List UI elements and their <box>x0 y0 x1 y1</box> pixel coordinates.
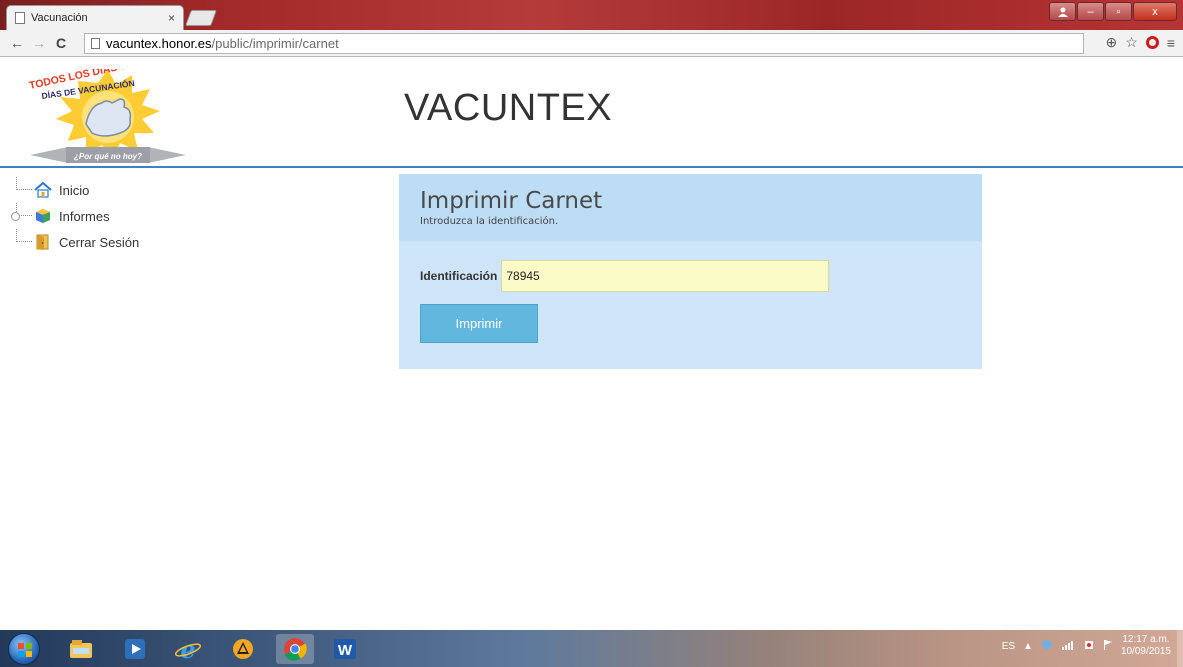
page-icon <box>91 38 100 49</box>
page-icon <box>15 12 25 24</box>
windows-taskbar: e W ES ▲ 12:17 a.m. 10/09/2015 <box>0 630 1183 667</box>
cube-icon <box>34 208 52 224</box>
address-bar[interactable]: vacuntex.honor.es/public/imprimir/carnet <box>84 33 1084 54</box>
sidebar-item-label: Inicio <box>59 182 90 198</box>
print-button[interactable]: Imprimir <box>420 304 538 343</box>
clock-time: 12:17 a.m. <box>1122 634 1170 645</box>
print-card-panel: Imprimir Carnet Introduzca la identifica… <box>399 174 982 369</box>
chrome-taskbar-icon[interactable] <box>276 634 314 664</box>
window-controls: – ▫ x <box>1049 2 1177 21</box>
header-divider <box>0 166 1183 168</box>
site-title: VACUNTEX <box>404 87 613 129</box>
new-tab-button[interactable] <box>185 10 217 26</box>
sidebar-item-cerrar-sesion[interactable]: Cerrar Sesión <box>14 229 139 255</box>
sidebar-item-informes[interactable]: Informes <box>11 203 139 229</box>
bookmark-star-icon[interactable]: ☆ <box>1125 34 1138 51</box>
svg-text:W: W <box>338 642 353 659</box>
taskbar-clock[interactable]: 12:17 a.m. 10/09/2015 <box>1121 634 1171 658</box>
vaccination-logo: TODOS LOS DÍAS SON DÍAS DE VACUNACIÓN ¿P… <box>28 55 188 165</box>
media-player-icon[interactable] <box>120 634 150 664</box>
browser-tab[interactable]: Vacunación × <box>6 5 184 30</box>
notification-icon[interactable] <box>1083 639 1095 654</box>
toolbar-actions: ⊕ ☆ ≡ <box>1106 34 1175 51</box>
home-icon <box>34 181 52 198</box>
forward-button[interactable]: → <box>28 35 50 51</box>
identification-label: Identificación <box>420 269 498 283</box>
identification-input[interactable] <box>501 260 830 292</box>
internet-explorer-icon[interactable]: e <box>173 634 203 664</box>
file-explorer-icon[interactable] <box>66 634 96 664</box>
vlc-icon[interactable] <box>228 634 258 664</box>
url-path: /public/imprimir/carnet <box>211 36 339 51</box>
page-content: TODOS LOS DÍAS SON DÍAS DE VACUNACIÓN ¿P… <box>0 55 1183 630</box>
tab-close-button[interactable]: × <box>168 11 175 25</box>
maximize-button[interactable]: ▫ <box>1105 2 1132 21</box>
flag-icon[interactable] <box>1103 639 1113 654</box>
language-indicator[interactable]: ES <box>1002 641 1015 652</box>
system-tray: ES ▲ 12:17 a.m. 10/09/2015 <box>1002 634 1171 658</box>
start-button[interactable] <box>8 633 40 665</box>
door-icon <box>34 234 52 250</box>
tree-connector <box>16 229 32 242</box>
tab-title: Vacunación <box>31 12 88 24</box>
identification-row: Identificación <box>420 260 830 292</box>
user-icon[interactable] <box>1049 2 1076 21</box>
tray-expand-icon[interactable]: ▲ <box>1023 641 1033 652</box>
close-window-button[interactable]: x <box>1133 2 1177 21</box>
tree-expander[interactable] <box>11 212 20 221</box>
panel-title: Imprimir Carnet <box>420 188 603 214</box>
url-host: vacuntex.honor.es <box>106 36 212 51</box>
clock-date: 10/09/2015 <box>1120 646 1171 657</box>
panel-header: Imprimir Carnet Introduzca la identifica… <box>399 174 982 241</box>
zoom-icon[interactable]: ⊕ <box>1106 34 1118 51</box>
sidebar-item-label: Informes <box>59 208 110 224</box>
logo-banner: ¿Por qué no hoy? <box>74 152 142 161</box>
panel-subtitle: Introduzca la identificación. <box>420 216 559 227</box>
word-icon[interactable]: W <box>330 634 360 664</box>
back-button[interactable]: ← <box>6 35 28 51</box>
minimize-button[interactable]: – <box>1077 2 1104 21</box>
sidebar-tree: Inicio Informes Cerrar Sesión <box>11 177 139 255</box>
sidebar-item-label: Cerrar Sesión <box>59 234 140 250</box>
show-desktop-button[interactable] <box>1177 630 1183 667</box>
network-signal-icon[interactable] <box>1061 639 1075 654</box>
opera-extension-icon[interactable] <box>1145 36 1159 49</box>
menu-icon[interactable]: ≡ <box>1167 35 1175 51</box>
reload-button[interactable]: C <box>50 35 72 51</box>
sidebar-item-inicio[interactable]: Inicio <box>14 177 139 203</box>
antivirus-icon[interactable] <box>1041 639 1053 654</box>
browser-titlebar: Vacunación × – ▫ x <box>0 0 1183 30</box>
svg-text:e: e <box>180 635 195 664</box>
tree-connector <box>16 177 32 190</box>
